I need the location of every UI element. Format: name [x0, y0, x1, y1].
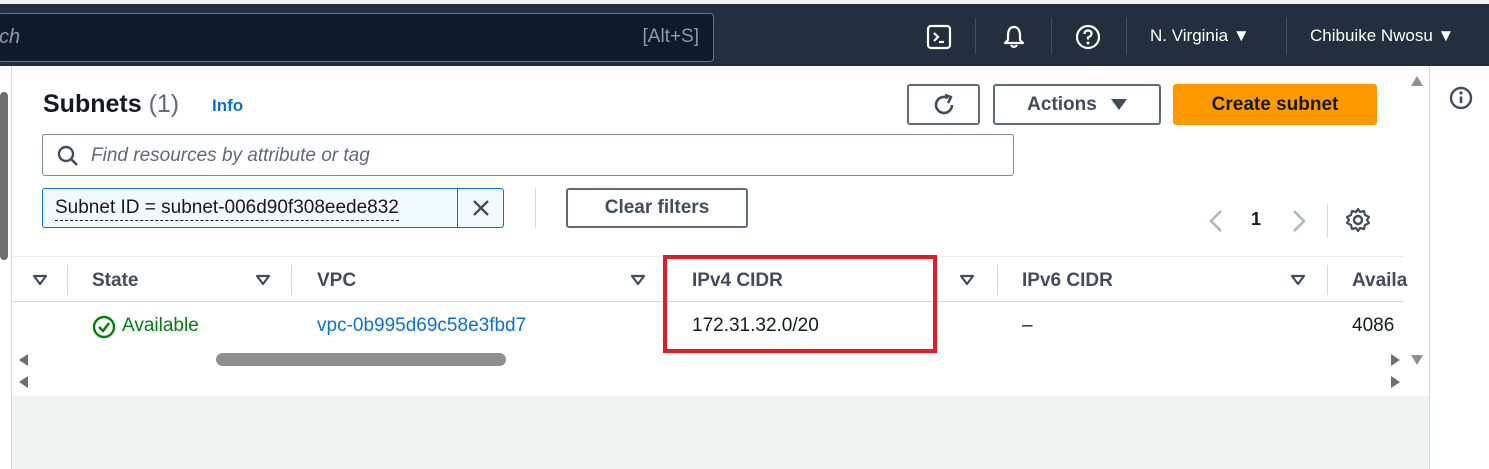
filter-token-label: Subnet ID = subnet-006d90f308eede832 — [55, 197, 399, 221]
close-icon — [472, 200, 489, 216]
clear-filters-button[interactable]: Clear filters — [566, 188, 748, 228]
sort-caret-icon[interactable] — [630, 274, 646, 286]
actions-label: Actions — [1027, 93, 1097, 115]
search-icon — [57, 145, 78, 166]
sort-caret-icon[interactable] — [1290, 274, 1306, 286]
global-search-input[interactable]: ch [Alt+S] — [0, 13, 714, 62]
column-header-ipv6-cidr[interactable]: IPv6 CIDR — [1022, 270, 1113, 292]
column-header-state[interactable]: State — [92, 270, 138, 292]
remove-filter-button[interactable] — [457, 189, 503, 227]
content-background — [12, 396, 1429, 469]
column-divider — [997, 265, 998, 295]
divider — [1327, 204, 1328, 238]
vertical-scrollbar-thumb[interactable] — [0, 92, 8, 260]
column-divider — [67, 265, 68, 295]
title-text: Subnets — [43, 90, 142, 118]
right-tools-gutter — [1429, 66, 1489, 469]
column-header-vpc[interactable]: VPC — [317, 270, 356, 292]
info-link[interactable]: Info — [212, 96, 243, 116]
ipv6-cidr-value: – — [1022, 315, 1033, 336]
horizontal-scrollbar-thumb[interactable] — [216, 353, 506, 366]
nav-separator — [975, 18, 976, 54]
actions-button[interactable]: Actions — [993, 84, 1161, 125]
page-title: Subnets (1) — [43, 90, 179, 119]
page-number[interactable]: 1 — [1251, 209, 1261, 230]
top-navigation-bar: ch [Alt+S] N. Virginia ▼ Chibuike Nwosu … — [0, 0, 1489, 66]
ipv4-cidr-highlight-box — [663, 255, 937, 353]
nav-separator — [1286, 18, 1287, 54]
user-menu[interactable]: Chibuike Nwosu ▼ — [1310, 26, 1454, 46]
filter-placeholder: Find resources by attribute or tag — [91, 145, 370, 166]
nav-separator — [1126, 18, 1127, 54]
nav-separator — [1051, 18, 1052, 54]
bell-icon[interactable] — [999, 22, 1029, 52]
state-value: Available — [122, 315, 199, 336]
chevron-right-icon[interactable] — [1290, 208, 1308, 234]
title-count: (1) — [148, 90, 180, 118]
scroll-right-arrow-icon[interactable] — [1391, 376, 1400, 388]
create-subnet-button[interactable]: Create subnet — [1173, 84, 1377, 125]
refresh-icon — [934, 93, 953, 114]
sort-caret-icon[interactable] — [32, 274, 48, 286]
chevron-left-icon[interactable] — [1207, 208, 1225, 234]
search-shortcut-hint: [Alt+S] — [642, 26, 700, 47]
scroll-left-arrow-icon[interactable] — [19, 354, 28, 366]
search-text: ch — [0, 26, 21, 48]
sort-caret-icon[interactable] — [255, 274, 271, 286]
filter-token: Subnet ID = subnet-006d90f308eede832 — [42, 188, 504, 228]
available-ips-value: 4086 — [1352, 315, 1395, 336]
column-header-availability[interactable]: Availa — [1352, 270, 1407, 292]
help-icon[interactable] — [1073, 22, 1103, 52]
gear-icon[interactable] — [1345, 207, 1371, 233]
scroll-left-arrow-icon[interactable] — [19, 376, 28, 388]
cloudshell-icon[interactable] — [924, 22, 954, 52]
divider — [535, 188, 536, 228]
refresh-button[interactable] — [907, 84, 980, 125]
scroll-right-arrow-icon[interactable] — [1391, 354, 1400, 366]
sort-caret-icon[interactable] — [959, 274, 975, 286]
info-circle-icon[interactable] — [1449, 86, 1473, 115]
caret-down-icon — [1110, 99, 1127, 110]
column-divider — [1327, 265, 1328, 295]
scroll-up-arrow-icon[interactable] — [1411, 76, 1423, 86]
status-success-icon — [92, 315, 116, 339]
region-selector[interactable]: N. Virginia ▼ — [1150, 26, 1250, 46]
column-divider — [291, 265, 292, 295]
vpc-link[interactable]: vpc-0b995d69c58e3fbd7 — [317, 315, 526, 337]
filter-search-input[interactable]: Find resources by attribute or tag — [42, 134, 1014, 176]
scroll-down-arrow-icon[interactable] — [1411, 355, 1423, 365]
